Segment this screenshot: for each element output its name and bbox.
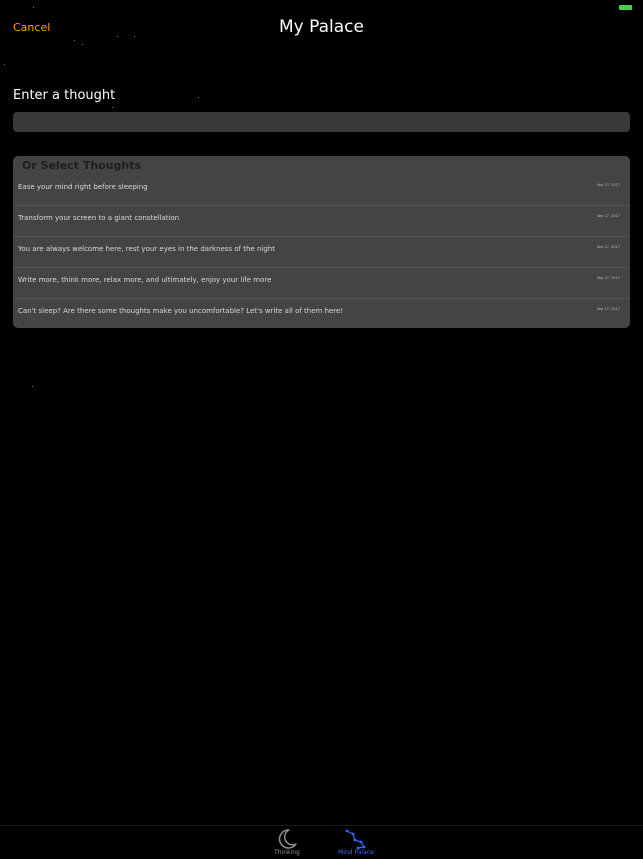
star-decoration [74, 40, 75, 41]
thought-date: Sep 17, 2017 [596, 214, 620, 218]
star-decoration [112, 107, 113, 108]
constellation-icon [345, 829, 366, 850]
star-decoration [4, 64, 5, 65]
thought-row[interactable]: You are always welcome here, rest your e… [13, 237, 630, 268]
page-title: My Palace [279, 17, 364, 37]
thought-row[interactable]: Ease your mind right before sleeping Sep… [13, 175, 630, 206]
thought-text: You are always welcome here, rest your e… [18, 245, 275, 253]
thought-row[interactable]: Can't sleep? Are there some thoughts mak… [13, 299, 630, 328]
thought-date: Sep 17, 2017 [596, 183, 620, 187]
thought-list: Ease your mind right before sleeping Sep… [13, 175, 630, 328]
thought-date: Sep 17, 2017 [596, 245, 620, 249]
star-decoration [198, 97, 199, 98]
tab-mind-palace[interactable]: Mind Palace [326, 826, 386, 859]
thought-date: Sep 17, 2017 [596, 276, 620, 280]
select-thoughts-panel: Or Select Thoughts Ease your mind right … [13, 156, 630, 328]
thought-row[interactable]: Write more, think more, relax more, and … [13, 268, 630, 299]
star-decoration [33, 7, 34, 8]
tab-mind-palace-label: Mind Palace [338, 849, 374, 856]
thought-text: Ease your mind right before sleeping [18, 183, 148, 191]
select-thoughts-header: Or Select Thoughts [22, 159, 142, 172]
thought-date: Sep 17, 2017 [596, 307, 620, 311]
thought-prompt-label: Enter a thought [13, 88, 116, 103]
thought-input[interactable] [13, 112, 630, 132]
moon-icon [278, 829, 297, 849]
star-decoration [32, 386, 33, 387]
thought-text: Can't sleep? Are there some thoughts mak… [18, 307, 344, 315]
thought-text: Write more, think more, relax more, and … [18, 276, 272, 284]
thought-row[interactable]: Transform your screen to a giant constel… [13, 206, 630, 237]
battery-indicator [619, 5, 632, 10]
tab-thinking-label: Thinking [274, 849, 300, 856]
tab-bar: Thinking Mind Palace [0, 825, 643, 859]
star-decoration [82, 44, 83, 45]
tab-thinking[interactable]: Thinking [257, 826, 317, 859]
thought-text: Transform your screen to a giant constel… [18, 214, 180, 222]
